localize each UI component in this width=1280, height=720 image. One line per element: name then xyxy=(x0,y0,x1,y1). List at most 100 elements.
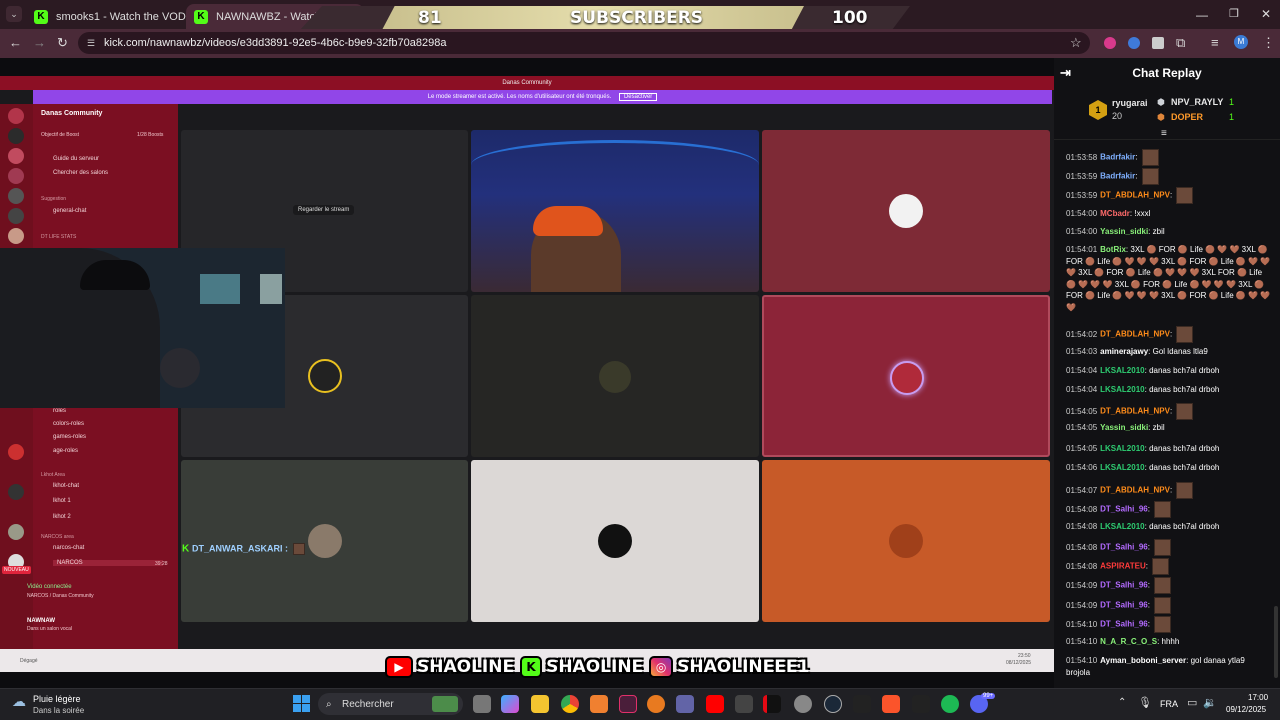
address-bar[interactable]: ☰ kick.com/nawnawbz/videos/e3dd3891-92e5… xyxy=(78,32,1090,54)
extensions-puzzle-icon[interactable]: ⧉ xyxy=(1176,35,1185,51)
channel-item[interactable]: general-chat xyxy=(53,208,86,214)
window-close-icon[interactable]: ✕ xyxy=(1261,7,1271,21)
microphone-icon[interactable]: 🎙 xyxy=(1138,696,1152,709)
watch-stream-button[interactable]: Regarder le stream xyxy=(293,205,355,215)
video-player[interactable]: Danas Community Le mode streamer est act… xyxy=(0,76,1054,672)
language-indicator[interactable]: FRA xyxy=(1160,699,1178,709)
channel-item-active[interactable]: NARCOS xyxy=(53,560,163,566)
channel-item[interactable]: age-roles xyxy=(53,448,78,454)
call-tile[interactable] xyxy=(762,460,1050,622)
chat-username[interactable]: Ayman_boboni_server xyxy=(1100,656,1186,665)
call-tile[interactable] xyxy=(471,460,759,622)
extension-icon[interactable] xyxy=(1128,37,1140,49)
chat-username[interactable]: Badrfakir xyxy=(1100,172,1135,181)
channel-category[interactable]: Lkhot Area xyxy=(41,472,65,478)
file-explorer-icon[interactable] xyxy=(531,695,549,713)
window-minimize-icon[interactable]: — xyxy=(1196,8,1208,22)
channel-category[interactable]: Suggestion xyxy=(41,196,66,202)
channel-category[interactable]: DT LIFE STATS xyxy=(41,234,76,240)
channel-category[interactable]: NARCOS area xyxy=(41,534,74,540)
chat-username[interactable]: Badrfakir xyxy=(1100,153,1135,162)
channel-item[interactable]: colors-roles xyxy=(53,421,84,427)
forward-icon[interactable]: → xyxy=(33,35,46,50)
channel-item[interactable]: Chercher des salons xyxy=(53,170,108,176)
call-tile[interactable] xyxy=(762,295,1050,457)
extension-icon[interactable] xyxy=(1104,37,1116,49)
chrome-icon[interactable] xyxy=(561,695,579,713)
profile-avatar[interactable]: M xyxy=(1234,35,1248,49)
media-control-icon[interactable]: ≡ xyxy=(1211,35,1219,50)
call-tile[interactable] xyxy=(181,460,468,622)
app-icon[interactable] xyxy=(794,695,812,713)
chat-username[interactable]: DT_ABDLAH_NPV xyxy=(1100,407,1170,416)
disable-streamer-mode-button[interactable]: Désactiver xyxy=(618,93,658,101)
tab-smooks[interactable]: K smooks1 - Watch the VOD on K ✕ xyxy=(26,4,186,29)
server-name[interactable]: Danas Community xyxy=(41,110,102,117)
weather-title[interactable]: Pluie légère xyxy=(33,694,81,704)
app-icon[interactable] xyxy=(647,695,665,713)
chat-username[interactable]: LKSAL2010 xyxy=(1100,385,1144,394)
chat-username[interactable]: LKSAL2010 xyxy=(1100,522,1144,531)
chat-username[interactable]: DT_Salhi_96 xyxy=(1100,505,1148,514)
call-tile-camera[interactable] xyxy=(471,130,759,292)
tab-list-button[interactable]: ⌄ xyxy=(6,6,22,22)
chat-username[interactable]: LKSAL2010 xyxy=(1100,366,1144,375)
app-icon[interactable] xyxy=(676,695,694,713)
chat-username[interactable]: DT_Salhi_96 xyxy=(1100,543,1148,552)
clock-time[interactable]: 17:00 xyxy=(1248,693,1268,702)
volume-icon[interactable]: 🔉 xyxy=(1203,696,1217,709)
youtube-icon[interactable] xyxy=(706,695,724,713)
chat-username[interactable]: DT_ABDLAH_NPV xyxy=(1100,330,1170,339)
brave-icon[interactable] xyxy=(882,695,900,713)
chat-username[interactable]: BotRix xyxy=(1100,245,1126,254)
app-icon[interactable] xyxy=(912,695,930,713)
expand-leaderboard-icon[interactable]: ≡ xyxy=(1161,128,1167,139)
steam-icon[interactable] xyxy=(824,695,842,713)
second-name[interactable]: NPV_RAYLY xyxy=(1171,97,1223,107)
chat-username[interactable]: MCbadr xyxy=(1100,209,1130,218)
app-icon[interactable] xyxy=(590,695,608,713)
chat-scrollbar[interactable] xyxy=(1274,606,1278,678)
menu-kebab-icon[interactable]: ⋮ xyxy=(1262,35,1275,51)
task-view-icon[interactable] xyxy=(473,695,491,713)
app-icon[interactable] xyxy=(735,695,753,713)
chat-username[interactable]: DT_Salhi_96 xyxy=(1100,601,1148,610)
chat-username[interactable]: aminerajawy xyxy=(1100,347,1148,356)
chat-username[interactable]: LKSAL2010 xyxy=(1100,444,1144,453)
call-tile[interactable] xyxy=(471,295,759,457)
channel-item[interactable]: roles xyxy=(53,408,66,414)
collapse-chat-icon[interactable]: ⇥ xyxy=(1060,58,1071,88)
chat-username[interactable]: Yassin_sidki xyxy=(1100,423,1148,432)
netflix-icon[interactable] xyxy=(763,695,781,713)
spotify-icon[interactable] xyxy=(941,695,959,713)
start-windows-icon[interactable] xyxy=(293,695,310,712)
extension-icon[interactable] xyxy=(1152,37,1164,49)
window-restore-icon[interactable]: ❐ xyxy=(1229,7,1239,20)
chat-username[interactable]: DT_Salhi_96 xyxy=(1100,620,1148,629)
copilot-icon[interactable] xyxy=(501,695,519,713)
channel-item[interactable]: lkhot-chat xyxy=(53,483,79,489)
chat-username[interactable]: N_A_R_C_O_S xyxy=(1100,637,1157,646)
bookmark-star-icon[interactable]: ☆ xyxy=(1070,35,1082,51)
channel-item[interactable]: lkhot 2 xyxy=(53,514,71,520)
leader-name[interactable]: ryugarai xyxy=(1112,98,1148,108)
back-icon[interactable]: ← xyxy=(9,35,22,50)
taskbar-search[interactable]: ⌕ Rechercher xyxy=(318,693,463,715)
network-icon[interactable]: ▭ xyxy=(1187,696,1197,709)
tray-chevron-icon[interactable]: ⌃ xyxy=(1118,697,1126,708)
app-icon[interactable] xyxy=(619,695,637,713)
call-tile[interactable] xyxy=(762,130,1050,292)
channel-item[interactable]: lkhot 1 xyxy=(53,498,71,504)
chat-username[interactable]: ASPIRATEU xyxy=(1100,562,1146,571)
site-info-icon[interactable]: ☰ xyxy=(87,38,95,49)
channel-item[interactable]: Guide du serveur xyxy=(53,156,99,162)
chat-username[interactable]: DT_ABDLAH_NPV xyxy=(1100,486,1170,495)
reload-icon[interactable]: ↻ xyxy=(57,35,68,51)
third-name[interactable]: DOPER xyxy=(1171,112,1203,122)
chat-username[interactable]: DT_ABDLAH_NPV xyxy=(1100,191,1170,200)
chat-username[interactable]: LKSAL2010 xyxy=(1100,463,1144,472)
app-icon[interactable] xyxy=(853,695,871,713)
weather-cloud-icon[interactable]: ☁ xyxy=(12,693,26,710)
channel-item[interactable]: games-roles xyxy=(53,434,86,440)
clock-date[interactable]: 09/12/2025 xyxy=(1226,705,1266,714)
